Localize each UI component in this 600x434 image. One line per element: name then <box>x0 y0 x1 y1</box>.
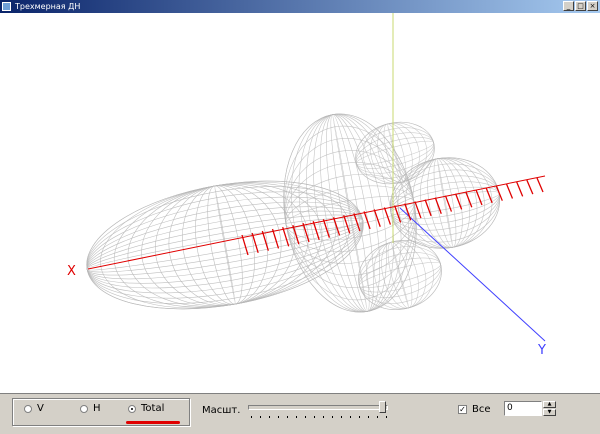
all-checkbox-box[interactable]: ✓ <box>458 405 467 414</box>
spinner-down-button[interactable]: ▼ <box>543 409 556 416</box>
slider-tick <box>305 416 306 418</box>
mesh-line <box>100 181 350 309</box>
mesh-line <box>86 180 364 310</box>
mesh-line <box>377 123 413 183</box>
radio-h-indicator[interactable] <box>80 404 88 413</box>
slider-tick <box>359 416 360 418</box>
scale-slider[interactable] <box>248 401 390 423</box>
all-checkbox[interactable]: ✓ Все <box>458 404 491 415</box>
title-bar[interactable]: Трехмерная ДН _ □ × <box>0 0 600 13</box>
window-title: Трехмерная ДН <box>15 2 81 11</box>
radio-h-label: H <box>93 403 101 414</box>
minimize-button[interactable]: _ <box>563 1 574 11</box>
radio-v-indicator[interactable] <box>24 404 32 413</box>
mesh-line <box>358 240 442 310</box>
mesh-line <box>358 240 442 310</box>
scale-slider-thumb[interactable] <box>379 401 386 413</box>
mesh-line <box>390 181 500 225</box>
app-icon <box>2 2 11 11</box>
value-spinner[interactable]: 0 ▲ ▼ <box>504 401 556 416</box>
slider-tick <box>260 416 261 418</box>
slider-tick <box>350 416 351 418</box>
slider-tick <box>314 416 315 418</box>
radio-total-indicator[interactable] <box>128 404 136 413</box>
antenna-element <box>526 179 534 195</box>
antenna-element <box>536 177 544 193</box>
pattern-3d-viewport[interactable]: X Y <box>0 13 600 394</box>
slider-tick <box>377 416 378 418</box>
mesh-line <box>127 183 323 307</box>
spinner-up-button[interactable]: ▲ <box>543 401 556 408</box>
radio-h[interactable]: H <box>80 403 101 414</box>
radio-v[interactable]: V <box>24 403 44 414</box>
slider-tick <box>278 416 279 418</box>
antenna-element <box>241 234 249 256</box>
slider-tick <box>296 416 297 418</box>
radiation-pattern-mesh <box>86 113 501 313</box>
selection-underline <box>126 421 180 424</box>
antenna-element <box>292 224 300 245</box>
antenna-element <box>373 209 381 227</box>
mesh-line <box>433 158 457 248</box>
mesh-line <box>141 183 309 307</box>
slider-tick <box>269 416 270 418</box>
maximize-button[interactable]: □ <box>575 1 586 11</box>
mesh-line <box>86 201 364 289</box>
slider-tick <box>368 416 369 418</box>
radio-v-label: V <box>37 403 44 414</box>
mesh-line <box>86 186 364 304</box>
mesh-line <box>412 158 478 248</box>
radio-total-label: Total <box>141 403 165 414</box>
antenna-element <box>424 199 432 217</box>
slider-tick <box>323 416 324 418</box>
mesh-line <box>86 206 364 284</box>
mesh-line <box>86 210 364 280</box>
scale-label: Масшт. <box>202 405 241 416</box>
mesh-line <box>195 185 255 305</box>
mesh-line <box>86 219 364 271</box>
slider-tick <box>251 416 252 418</box>
y-axis-label: Y <box>537 343 546 358</box>
mesh-line <box>358 252 442 298</box>
slider-tick <box>332 416 333 418</box>
slider-tick <box>287 416 288 418</box>
slider-tick <box>341 416 342 418</box>
mesh-line <box>436 158 454 248</box>
spinner-input[interactable]: 0 <box>504 401 542 416</box>
close-button[interactable]: × <box>587 1 598 11</box>
all-checkbox-label: Все <box>472 404 491 415</box>
antenna-element <box>271 228 280 249</box>
mesh-line <box>355 132 435 174</box>
x-axis-label: X <box>67 264 76 279</box>
antenna-element <box>516 181 524 197</box>
bottom-toolbar: V H Total Масшт. ✓ Все 0 ▲ ▼ <box>0 394 600 434</box>
mesh-line <box>381 241 419 309</box>
mesh-line <box>397 157 493 249</box>
pattern-3d-canvas[interactable]: X Y <box>0 13 600 393</box>
antenna-element <box>363 211 371 230</box>
antenna-element <box>505 183 514 199</box>
mesh-line <box>86 180 364 310</box>
mesh-line <box>359 261 441 289</box>
radio-total[interactable]: Total <box>128 403 164 414</box>
slider-tick <box>386 416 387 418</box>
scale-slider-track[interactable] <box>248 405 388 410</box>
